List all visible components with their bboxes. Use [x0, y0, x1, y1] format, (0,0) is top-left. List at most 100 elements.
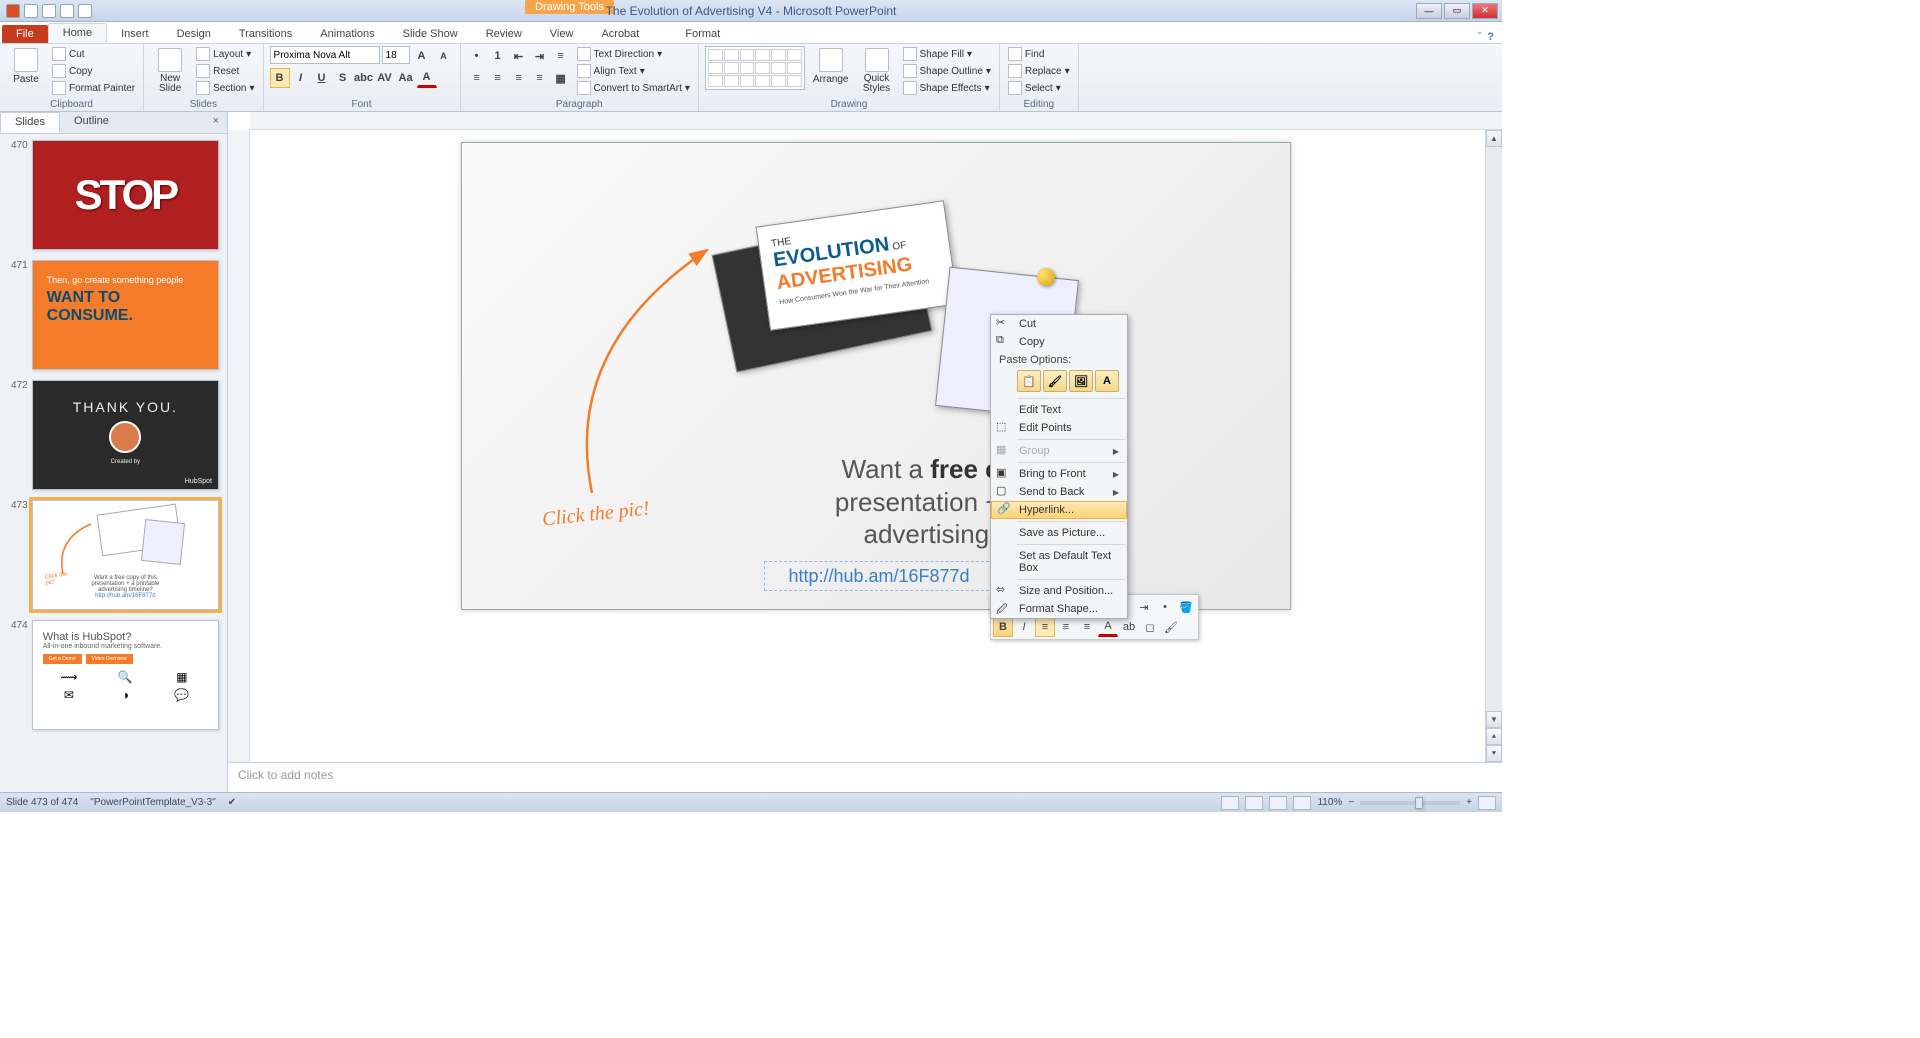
- vertical-scrollbar[interactable]: ▲ ▼ ⯅ ⯆: [1485, 130, 1502, 762]
- ctx-send-back[interactable]: ▢Send to Back▶: [991, 483, 1127, 501]
- undo-icon[interactable]: [42, 4, 56, 18]
- tab-view[interactable]: View: [536, 25, 588, 43]
- mini-format-painter[interactable]: 🖌: [1161, 617, 1181, 637]
- indent-dec-button[interactable]: ⇤: [509, 46, 529, 66]
- close-panel-icon[interactable]: ×: [205, 112, 227, 133]
- bullets-button[interactable]: •: [467, 46, 487, 66]
- ctx-edit-text[interactable]: Edit Text: [991, 401, 1127, 419]
- ctx-size-position[interactable]: ⬄Size and Position...: [991, 582, 1127, 600]
- sorter-view-button[interactable]: [1245, 796, 1263, 810]
- fit-window-button[interactable]: [1478, 796, 1496, 810]
- slide-counter[interactable]: Slide 473 of 474: [6, 797, 78, 808]
- text-direction-button[interactable]: Text Direction ▾: [575, 46, 692, 62]
- paste-button[interactable]: Paste: [6, 46, 46, 87]
- shape-effects-button[interactable]: Shape Effects ▾: [901, 80, 993, 96]
- slide-thumb-470[interactable]: STOP: [32, 140, 219, 250]
- tab-slides[interactable]: Slides: [0, 112, 60, 133]
- shapes-gallery[interactable]: [705, 46, 805, 90]
- ctx-bring-front[interactable]: ▣Bring to Front▶: [991, 465, 1127, 483]
- mini-italic[interactable]: I: [1014, 617, 1034, 637]
- ctx-edit-points[interactable]: ⬚Edit Points: [991, 419, 1127, 437]
- template-name[interactable]: "PowerPointTemplate_V3-3": [90, 797, 216, 808]
- paste-dest-theme[interactable]: 📋: [1017, 370, 1041, 392]
- ctx-hyperlink[interactable]: 🔗Hyperlink...: [991, 501, 1127, 519]
- ctx-default-textbox[interactable]: Set as Default Text Box: [991, 547, 1127, 577]
- new-slide-button[interactable]: New Slide: [150, 46, 190, 96]
- ctx-format-shape[interactable]: 🖉Format Shape...: [991, 600, 1127, 618]
- minimize-button[interactable]: —: [1416, 3, 1442, 19]
- zoom-level[interactable]: 110%: [1317, 797, 1342, 808]
- mini-font-color[interactable]: A: [1098, 617, 1118, 637]
- numbering-button[interactable]: 1: [488, 46, 508, 66]
- section-button[interactable]: Section ▾: [194, 80, 256, 96]
- layout-button[interactable]: Layout ▾: [194, 46, 256, 62]
- tab-insert[interactable]: Insert: [107, 25, 163, 43]
- paste-picture[interactable]: 🖼: [1069, 370, 1093, 392]
- justify-button[interactable]: ≡: [530, 68, 550, 88]
- ctx-save-picture[interactable]: Save as Picture...: [991, 524, 1127, 542]
- zoom-slider[interactable]: [1360, 801, 1460, 805]
- line-spacing-button[interactable]: ≡: [551, 46, 571, 66]
- slide[interactable]: THE EVOLUTION OF ADVERTISING How Consume…: [461, 142, 1291, 610]
- paste-text-only[interactable]: A: [1095, 370, 1119, 392]
- zoom-out-button[interactable]: −: [1348, 797, 1354, 808]
- tab-animations[interactable]: Animations: [306, 25, 388, 43]
- align-left-button[interactable]: ≡: [467, 68, 487, 88]
- prev-slide-button[interactable]: ⯅: [1486, 728, 1502, 745]
- mini-fill[interactable]: 🪣: [1176, 597, 1196, 617]
- qat-more-icon[interactable]: [78, 4, 92, 18]
- indent-inc-button[interactable]: ⇥: [530, 46, 550, 66]
- italic-button[interactable]: I: [291, 68, 311, 88]
- help-icon[interactable]: ?: [1487, 31, 1494, 43]
- ctx-cut[interactable]: ✂Cut: [991, 315, 1127, 333]
- redo-icon[interactable]: [60, 4, 74, 18]
- tab-home[interactable]: Home: [48, 23, 107, 43]
- convert-smartart-button[interactable]: Convert to SmartArt ▾: [575, 80, 692, 96]
- format-painter-button[interactable]: Format Painter: [50, 80, 137, 96]
- slide-thumb-474[interactable]: What is HubSpot? All-in-one inbound mark…: [32, 620, 219, 730]
- align-text-button[interactable]: Align Text ▾: [575, 63, 692, 79]
- vertical-ruler[interactable]: [228, 130, 250, 762]
- slide-thumb-473[interactable]: Click thepic! Want a free copy of thispr…: [32, 500, 219, 610]
- font-color-button[interactable]: A: [417, 68, 437, 88]
- app-icon[interactable]: [6, 4, 20, 18]
- tab-file[interactable]: File: [2, 25, 48, 43]
- mini-outline[interactable]: ◻: [1140, 617, 1160, 637]
- spacing-button[interactable]: AV: [375, 68, 395, 88]
- zoom-in-button[interactable]: +: [1466, 797, 1472, 808]
- select-button[interactable]: Select ▾: [1006, 80, 1072, 96]
- normal-view-button[interactable]: [1221, 796, 1239, 810]
- slide-thumb-472[interactable]: THANK YOU. Created by HubSpot: [32, 380, 219, 490]
- tab-review[interactable]: Review: [472, 25, 536, 43]
- strike-button[interactable]: S: [333, 68, 353, 88]
- quick-styles-button[interactable]: Quick Styles: [857, 46, 897, 96]
- next-slide-button[interactable]: ⯆: [1486, 745, 1502, 762]
- ribbon-minimize-icon[interactable]: ˇ: [1478, 31, 1482, 43]
- mini-bold[interactable]: B: [993, 617, 1013, 637]
- selected-text-box[interactable]: http://hub.am/16F877d: [764, 561, 994, 591]
- tab-format[interactable]: Format: [671, 25, 734, 43]
- mini-highlight[interactable]: ab: [1119, 617, 1139, 637]
- find-button[interactable]: Find: [1006, 46, 1072, 62]
- save-icon[interactable]: [24, 4, 38, 18]
- reset-button[interactable]: Reset: [194, 63, 256, 79]
- shape-outline-button[interactable]: Shape Outline ▾: [901, 63, 993, 79]
- spell-check-icon[interactable]: ✔: [228, 797, 236, 808]
- replace-button[interactable]: Replace ▾: [1006, 63, 1072, 79]
- tab-slideshow[interactable]: Slide Show: [389, 25, 472, 43]
- close-button[interactable]: ✕: [1472, 3, 1498, 19]
- font-size-select[interactable]: [382, 46, 410, 64]
- grow-font-button[interactable]: A: [412, 46, 432, 66]
- shrink-font-button[interactable]: A: [434, 46, 454, 66]
- mini-align-left[interactable]: ≡: [1035, 617, 1055, 637]
- scroll-up-button[interactable]: ▲: [1486, 130, 1502, 147]
- main-text[interactable]: Want a free copy of this presentation + …: [702, 453, 1262, 551]
- slide-thumb-471[interactable]: Then, go create something people WANT TO…: [32, 260, 219, 370]
- paste-keep-source[interactable]: 🖌: [1043, 370, 1067, 392]
- horizontal-ruler[interactable]: [250, 112, 1502, 130]
- underline-button[interactable]: U: [312, 68, 332, 88]
- case-button[interactable]: Aa: [396, 68, 416, 88]
- align-right-button[interactable]: ≡: [509, 68, 529, 88]
- ctx-copy[interactable]: ⧉Copy: [991, 333, 1127, 351]
- align-center-button[interactable]: ≡: [488, 68, 508, 88]
